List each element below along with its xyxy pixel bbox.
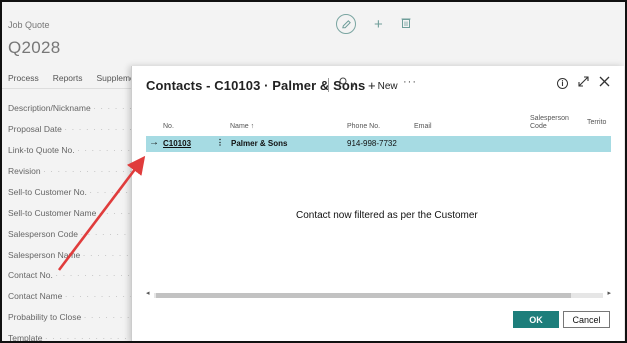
field-sell-to-customer-no: Sell-to Customer No. · · · · · · · · · · — [8, 187, 133, 197]
field-description: Description/Nickname · · · · · · · · · ·… — [8, 103, 133, 113]
dialog-title: Contacts - C10103 · Palmer & Sons — [146, 78, 366, 93]
screenshot-frame: Job Quote Q2028 + Process Reports Supple… — [0, 0, 627, 343]
contact-phone-cell: 914-998-7732 — [347, 139, 397, 148]
dialog-window-controls: i — [557, 76, 610, 90]
column-header-phone[interactable]: Phone No. — [347, 123, 380, 130]
menu-divider — [2, 88, 142, 89]
field-contact-no: Contact No. · · · · · · · · · · · · · · … — [8, 270, 133, 280]
menu-process[interactable]: Process — [8, 73, 39, 83]
menu-supplemental[interactable]: Suppleme — [96, 73, 134, 83]
annotation-text: Contact now filtered as per the Customer — [296, 210, 478, 221]
scroll-left-icon[interactable]: ◂ — [146, 289, 150, 297]
field-proposal-date: Proposal Date · · · · · · · · · · · · · … — [8, 124, 133, 134]
trash-icon[interactable] — [401, 15, 411, 33]
field-revision: Revision · · · · · · · · · · · · · · · ·… — [8, 166, 133, 176]
action-menu: Process Reports Suppleme — [8, 73, 135, 83]
column-header-salesperson[interactable]: Salesperson Code — [530, 115, 569, 131]
menu-reports[interactable]: Reports — [53, 73, 83, 83]
horizontal-scrollbar[interactable]: ◂ ▸ — [146, 289, 611, 299]
column-header-email[interactable]: Email — [414, 123, 432, 130]
plus-icon[interactable]: + — [374, 17, 383, 32]
info-icon[interactable]: i — [557, 77, 568, 89]
contacts-dialog: Contacts - C10103 · Palmer & Sons ∨ + New… — [131, 66, 624, 341]
pencil-icon[interactable] — [336, 14, 356, 34]
field-template: Template · · · · · · · · · · · · · · · ·… — [8, 333, 133, 343]
contact-name-cell: Palmer & Sons — [231, 139, 288, 148]
contact-no-link[interactable]: C10103 — [163, 139, 191, 148]
search-button[interactable]: ∨ — [337, 77, 356, 90]
field-sell-to-customer-name: Sell-to Customer Name · · · · · · — [8, 208, 133, 218]
new-button-label: New — [377, 81, 398, 92]
cancel-button[interactable]: Cancel — [563, 311, 610, 328]
ok-button[interactable]: OK — [513, 311, 559, 328]
page-actions: + — [336, 14, 411, 34]
page-caption: Job Quote — [8, 20, 50, 30]
table-row[interactable]: → C10103 ⋮ Palmer & Sons 914-998-7732 — [146, 136, 611, 152]
field-link-to-quote: Link-to Quote No. · · · · · · · · · · · … — [8, 145, 133, 155]
scroll-right-icon[interactable]: ▸ — [607, 289, 611, 297]
scroll-thumb[interactable] — [156, 293, 571, 298]
column-header-name[interactable]: Name ↑ — [230, 123, 254, 130]
field-salesperson-code: Salesperson Code · · · · · · · · · · · — [8, 229, 133, 239]
more-options-button[interactable]: ··· — [403, 76, 417, 88]
field-salesperson-name: Salesperson Name · · · · · · · · · — [8, 250, 133, 260]
column-header-salesperson-line1: Salesperson — [530, 115, 569, 122]
row-selector-arrow: → — [149, 137, 159, 148]
chevron-down-icon: ∨ — [350, 80, 356, 89]
field-contact-name: Contact Name · · · · · · · · · · · · · — [8, 291, 133, 301]
plus-icon: + — [368, 78, 376, 93]
title-separator — [328, 78, 329, 92]
row-menu-icon[interactable]: ⋮ — [216, 138, 224, 147]
expand-icon[interactable] — [578, 76, 589, 90]
search-icon — [337, 77, 350, 90]
new-button[interactable]: + New — [368, 78, 398, 93]
column-header-territory[interactable]: Territo — [587, 119, 606, 127]
column-header-salesperson-line2: Code — [530, 123, 547, 130]
close-icon[interactable] — [599, 76, 610, 90]
column-header-no[interactable]: No. — [163, 123, 174, 130]
page-title: Q2028 — [8, 38, 61, 57]
field-probability-to-close: Probability to Close · · · · · · · · · — [8, 312, 133, 322]
